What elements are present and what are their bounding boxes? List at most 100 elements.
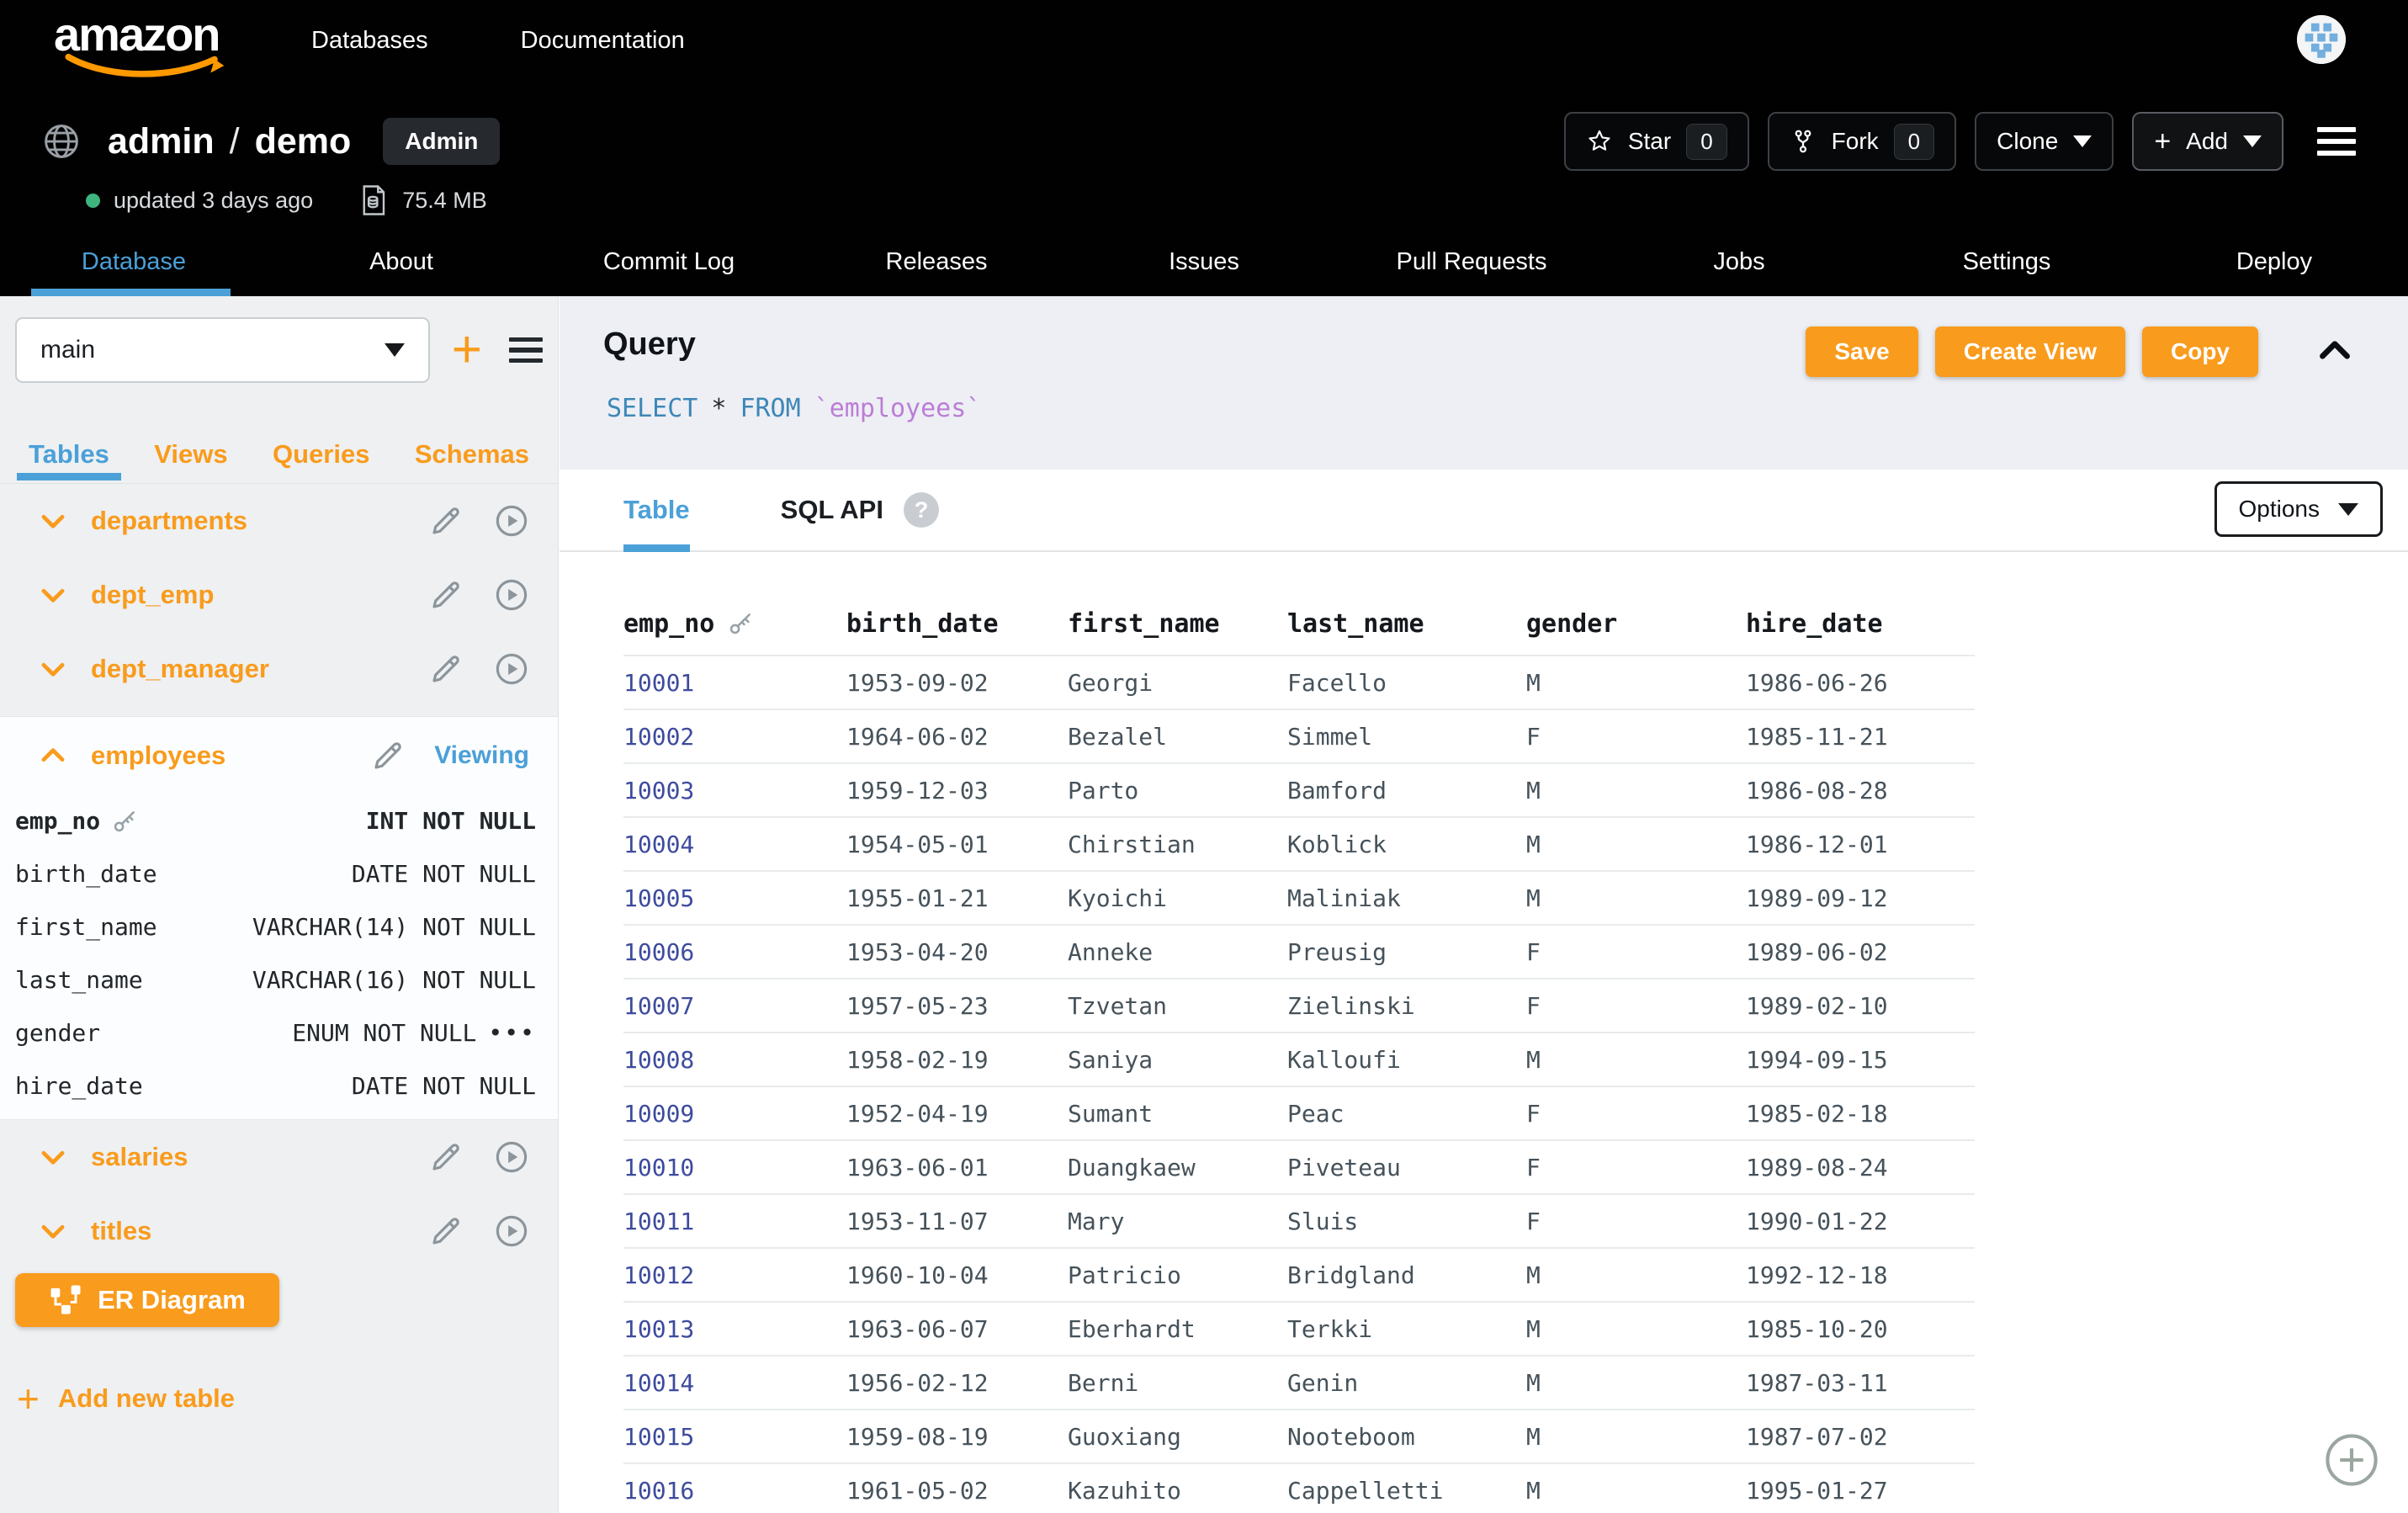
cell[interactable]: Preusig (1287, 938, 1526, 966)
cell[interactable]: Cappelletti (1287, 1477, 1526, 1505)
emp-no-link[interactable]: 10006 (623, 938, 846, 966)
cell[interactable]: 1952-04-19 (846, 1100, 1068, 1128)
cell[interactable]: 1956-02-12 (846, 1369, 1068, 1397)
cell[interactable]: 1994-09-15 (1746, 1046, 1975, 1074)
chevron-up-icon[interactable] (37, 740, 69, 772)
cell[interactable]: 1995-01-27 (1746, 1477, 1975, 1505)
cell[interactable]: Koblick (1287, 831, 1526, 858)
chevron-down-icon[interactable] (37, 1215, 69, 1247)
cell[interactable]: Guoxiang (1068, 1423, 1287, 1451)
cell[interactable]: 1989-09-12 (1746, 884, 1975, 912)
tab-table[interactable]: Table (623, 470, 690, 550)
add-new-table-button[interactable]: + Add new table (0, 1376, 558, 1421)
cell[interactable]: M (1526, 831, 1746, 858)
more-ellipsis[interactable]: ••• (488, 1019, 536, 1047)
emp-no-link[interactable]: 10005 (623, 884, 846, 912)
cell[interactable]: 1989-06-02 (1746, 938, 1975, 966)
cell[interactable]: Duangkaew (1068, 1154, 1287, 1181)
column-header-hire-date[interactable]: hire_date (1746, 609, 1975, 639)
cell[interactable]: 1953-09-02 (846, 669, 1068, 697)
create-view-button[interactable]: Create View (1935, 326, 2125, 377)
cell[interactable]: Tzvetan (1068, 992, 1287, 1020)
save-button[interactable]: Save (1806, 326, 1917, 377)
sidebar-table-employees[interactable]: employees Viewing (0, 717, 558, 794)
cell[interactable]: Genin (1287, 1369, 1526, 1397)
amazon-logo[interactable]: amazon (54, 5, 231, 76)
cell[interactable]: Facello (1287, 669, 1526, 697)
cell[interactable]: 1986-08-28 (1746, 777, 1975, 804)
er-diagram-button[interactable]: ER Diagram (15, 1273, 279, 1327)
emp-no-link[interactable]: 10015 (623, 1423, 846, 1451)
column-header-first-name[interactable]: first_name (1068, 609, 1287, 639)
cell[interactable]: 1986-06-26 (1746, 669, 1975, 697)
emp-no-link[interactable]: 10016 (623, 1477, 846, 1505)
run-play-icon[interactable] (494, 503, 529, 539)
sql-statement[interactable]: SELECT * FROM `employees` (607, 394, 981, 423)
sidebar-tab-schemas[interactable]: Schemas (415, 439, 529, 470)
cell[interactable]: F (1526, 1154, 1746, 1181)
cell[interactable]: M (1526, 1477, 1746, 1505)
emp-no-link[interactable]: 10007 (623, 992, 846, 1020)
cell[interactable]: F (1526, 1100, 1746, 1128)
cell[interactable]: Bridgland (1287, 1261, 1526, 1289)
edit-pencil-icon[interactable] (370, 738, 406, 773)
run-play-icon[interactable] (494, 1213, 529, 1249)
fork-count[interactable]: 0 (1894, 124, 1934, 160)
cell[interactable]: Patricio (1068, 1261, 1287, 1289)
cell[interactable]: 1960-10-04 (846, 1261, 1068, 1289)
cell[interactable]: 1958-02-19 (846, 1046, 1068, 1074)
tab-pull-requests[interactable]: Pull Requests (1338, 227, 1605, 296)
emp-no-link[interactable]: 10008 (623, 1046, 846, 1074)
copy-button[interactable]: Copy (2142, 326, 2258, 377)
repo-owner[interactable]: admin (108, 121, 215, 162)
clone-button[interactable]: Clone (1975, 112, 2114, 171)
cell[interactable]: F (1526, 723, 1746, 751)
cell[interactable]: 1959-12-03 (846, 777, 1068, 804)
tab-issues[interactable]: Issues (1070, 227, 1338, 296)
tab-deploy[interactable]: Deploy (2140, 227, 2408, 296)
cell[interactable]: Simmel (1287, 723, 1526, 751)
cell[interactable]: M (1526, 777, 1746, 804)
chevron-down-icon[interactable] (37, 579, 69, 611)
cell[interactable]: 1953-04-20 (846, 938, 1068, 966)
cell[interactable]: 1989-02-10 (1746, 992, 1975, 1020)
cell[interactable]: Kalloufi (1287, 1046, 1526, 1074)
add-row-button[interactable] (2324, 1432, 2379, 1488)
cell[interactable]: Piveteau (1287, 1154, 1526, 1181)
cell[interactable]: 1961-05-02 (846, 1477, 1068, 1505)
add-button[interactable]: + Add (2132, 112, 2283, 171)
emp-no-link[interactable]: 10010 (623, 1154, 846, 1181)
cell[interactable]: 1964-06-02 (846, 723, 1068, 751)
cell[interactable]: Zielinski (1287, 992, 1526, 1020)
cell[interactable]: F (1526, 938, 1746, 966)
cell[interactable]: M (1526, 1423, 1746, 1451)
cell[interactable]: Sumant (1068, 1100, 1287, 1128)
options-button[interactable]: Options (2214, 481, 2384, 537)
tab-about[interactable]: About (268, 227, 535, 296)
sidebar-table-dept-manager[interactable]: dept_manager (0, 632, 558, 706)
emp-no-link[interactable]: 10009 (623, 1100, 846, 1128)
cell[interactable]: Georgi (1068, 669, 1287, 697)
sidebar-table-salaries[interactable]: salaries (0, 1120, 558, 1194)
cell[interactable]: F (1526, 992, 1746, 1020)
cell[interactable]: Peac (1287, 1100, 1526, 1128)
cell[interactable]: M (1526, 1369, 1746, 1397)
help-icon[interactable]: ? (904, 492, 939, 528)
cell[interactable]: M (1526, 1261, 1746, 1289)
emp-no-link[interactable]: 10003 (623, 777, 846, 804)
cell[interactable]: F (1526, 1208, 1746, 1235)
cell[interactable]: Sluis (1287, 1208, 1526, 1235)
cell[interactable]: Kyoichi (1068, 884, 1287, 912)
cell[interactable]: 1955-01-21 (846, 884, 1068, 912)
emp-no-link[interactable]: 10004 (623, 831, 846, 858)
user-avatar[interactable] (2297, 15, 2346, 64)
emp-no-link[interactable]: 10013 (623, 1315, 846, 1343)
cell[interactable]: 1987-07-02 (1746, 1423, 1975, 1451)
cell[interactable]: 1954-05-01 (846, 831, 1068, 858)
cell[interactable]: 1957-05-23 (846, 992, 1068, 1020)
edit-pencil-icon[interactable] (428, 1139, 464, 1175)
column-header-birth-date[interactable]: birth_date (846, 609, 1068, 639)
cell[interactable]: 1989-08-24 (1746, 1154, 1975, 1181)
edit-pencil-icon[interactable] (428, 651, 464, 687)
cell[interactable]: Berni (1068, 1369, 1287, 1397)
